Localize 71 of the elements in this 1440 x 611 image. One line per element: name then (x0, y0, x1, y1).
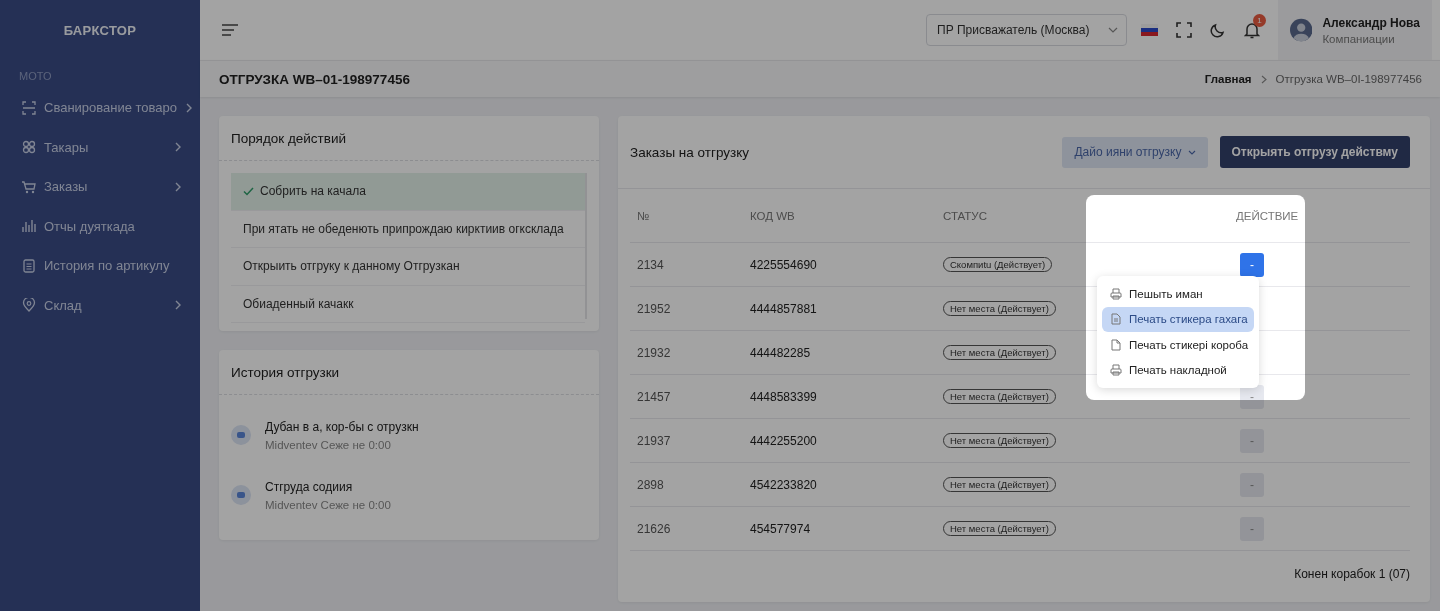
table-cell: 21626 (630, 506, 743, 551)
step-item: Собрить на качала (231, 173, 585, 211)
table-cell: 4225554690 (743, 242, 936, 287)
menu-item[interactable]: Печать стикера гахага (1102, 306, 1254, 332)
chevron-icon (1260, 74, 1267, 84)
sidebar-item[interactable]: Заказы (0, 167, 200, 207)
table-cell: 4448583399 (743, 374, 936, 419)
step-item: Обиаденный качакк (231, 285, 585, 323)
footer-summary: Конен корабок 1 (07) (1293, 566, 1411, 581)
flag-icon[interactable] (1141, 24, 1158, 36)
sidebar-item[interactable]: Такары (0, 127, 200, 167)
chevron-icon (174, 181, 182, 192)
action-button[interactable]: - (1240, 252, 1264, 277)
menu-item[interactable]: Пешыть иман (1102, 281, 1254, 307)
step-item: При ятать не обеденють припрождаю кирктиив огксклада (231, 210, 585, 248)
action-button[interactable]: - (1240, 516, 1264, 541)
table-cell: 21932 (630, 330, 743, 375)
user-menu[interactable]: Александр Нова Компаниации (1278, 0, 1432, 60)
action-button[interactable]: - (1240, 428, 1264, 453)
chevron-icon (174, 142, 182, 153)
chevron-icon (174, 300, 182, 311)
table-cell: 4542233820 (743, 462, 936, 507)
column-header: КОД WB (743, 189, 936, 243)
primary-button[interactable]: Открыять отгрузу действму (1219, 136, 1410, 168)
notification-badge: 1 (1253, 13, 1266, 27)
column-header: № (630, 189, 743, 243)
sidebar-item[interactable]: История по артикулу (0, 246, 200, 286)
sidebar-item[interactable]: Сванирование товаро (0, 88, 200, 128)
table-cell: 21457 (630, 374, 743, 419)
page-title: ОТГРУЗКА WB–01-198977456 (219, 71, 410, 87)
table-cell: 2134 (630, 242, 743, 287)
action-button[interactable]: - (1240, 472, 1264, 497)
document-icon (1110, 338, 1122, 351)
table-cell: 21952 (630, 286, 743, 331)
warehouse-select[interactable]: ПР Присважатель (Москва) (926, 14, 1127, 46)
table-cell: 4444857881 (743, 286, 936, 331)
step-item: Открыить отгруку к данному Отгрузкан (231, 248, 585, 286)
timeline-dot-icon (231, 485, 251, 505)
fullscreen-icon[interactable] (1176, 22, 1192, 38)
sidebar-item[interactable]: Отчы дуяткада (0, 206, 200, 246)
table-cell: 2898 (630, 462, 743, 507)
breadcrumb-link[interactable]: Главная (1204, 73, 1252, 85)
table-cell: 4442255200 (743, 418, 936, 463)
menu-item[interactable]: Печать стикері короба (1102, 332, 1254, 358)
printer-icon (1110, 364, 1122, 377)
event-title: Стгруда содиия (265, 479, 354, 494)
breadcrumb-current: Отгрузка WB–0I-198977456 (1275, 73, 1422, 85)
table-cell: 444482285 (743, 330, 936, 375)
logo-text: БАРКСТОР (62, 21, 138, 40)
card-title: Порядок действий (219, 116, 599, 161)
menu-item[interactable]: Печать накладной (1102, 357, 1254, 383)
document-icon (1110, 313, 1122, 326)
printer-icon (1110, 287, 1122, 300)
table-cell: 454577974 (743, 506, 936, 551)
event-title: Дубан в а, кор-бы с отрузкн (265, 419, 419, 434)
chevron-down-icon (1108, 27, 1118, 33)
card-title: Заказы на отгрузку (630, 144, 749, 160)
column-header: ДЕЙСТВИЕ (1229, 189, 1410, 243)
column-header: СТАТУС (936, 189, 1229, 243)
event-meta: Midventev Сеже не 0:00 (265, 438, 392, 451)
chevron-down-icon (1187, 149, 1196, 155)
timeline-dot-icon (231, 425, 251, 445)
filter-button[interactable]: Дайо ияни отгрузку (1062, 136, 1208, 168)
table-cell: 21937 (630, 418, 743, 463)
chevron-icon (185, 102, 194, 113)
check-icon (243, 186, 254, 196)
card-title: История отгрузки (219, 350, 599, 395)
bell-icon[interactable] (1244, 21, 1260, 39)
event-meta: Midventev Сеже не 0:00 (265, 498, 391, 511)
moon-icon[interactable] (1210, 22, 1226, 38)
sidebar-item[interactable]: Склад (0, 285, 200, 325)
